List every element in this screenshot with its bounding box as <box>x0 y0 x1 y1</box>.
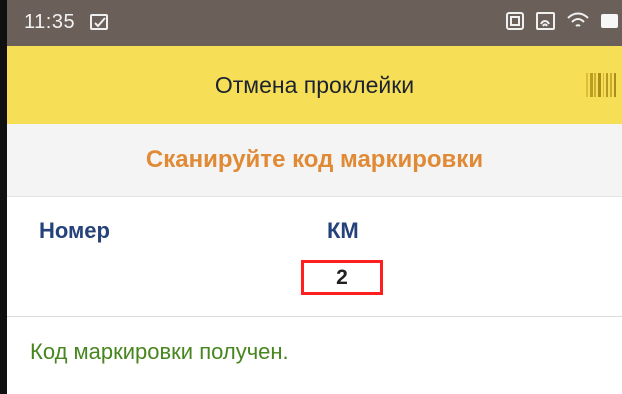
km-label: КМ <box>327 218 359 243</box>
scan-prompt-text: Сканируйте код маркировки <box>145 146 484 173</box>
wifi-icon <box>566 11 590 36</box>
number-label: Номер <box>39 218 110 243</box>
mobile-screen: 11:35 Отмена проклейки Сканируйте код ма… <box>0 0 622 394</box>
barcode-icon[interactable] <box>586 73 616 97</box>
status-bar: 11:35 <box>7 0 622 46</box>
status-time: 11:35 <box>24 11 76 33</box>
scan-prompt-bar: Сканируйте код маркировки <box>7 124 622 197</box>
page-title: Отмена проклейки <box>214 72 415 98</box>
battery-icon <box>600 12 620 35</box>
km-value-field: 2 <box>301 260 383 295</box>
signal-icon <box>535 11 556 36</box>
device-edge <box>0 0 7 394</box>
content-divider <box>7 316 622 317</box>
notification-icon <box>90 14 108 30</box>
status-icons <box>505 11 620 36</box>
app-header: Отмена проклейки <box>7 46 622 124</box>
status-message: Код маркировки получен. <box>30 339 289 364</box>
nfc-icon <box>505 11 525 36</box>
